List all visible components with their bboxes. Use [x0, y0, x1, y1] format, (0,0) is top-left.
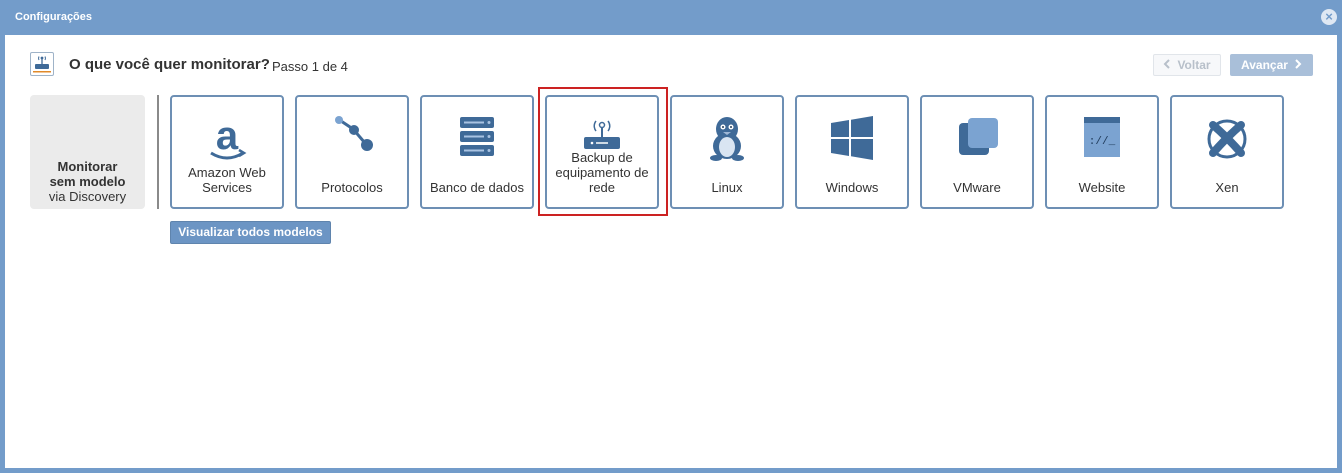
tile-label: Backup de equipamento de rede — [555, 150, 649, 195]
back-button[interactable]: Voltar — [1153, 54, 1221, 76]
no-model-line3: via Discovery — [48, 189, 127, 204]
linux-icon — [699, 115, 755, 163]
windows-icon — [824, 115, 880, 163]
no-model-line2: sem modelo — [49, 174, 126, 189]
amazon-icon: a — [199, 114, 255, 163]
tile-label: Windows — [825, 180, 879, 195]
tile-label: Protocolos — [321, 180, 383, 195]
tile-label: Linux — [711, 180, 743, 195]
tile-website[interactable]: ://_ Website — [1045, 95, 1159, 209]
tile-label: Xen — [1215, 180, 1239, 195]
tile-amazon-web-services[interactable]: a Amazon Web Services — [170, 95, 284, 209]
tile-protocolos[interactable]: Protocolos — [295, 95, 409, 209]
tile-banco-de-dados[interactable]: Banco de dados — [420, 95, 534, 209]
svg-text:://_: ://_ — [1089, 136, 1116, 148]
back-button-label: Voltar — [1177, 58, 1211, 72]
dialog-title: Configurações — [15, 11, 93, 23]
website-icon: ://_ — [1074, 115, 1130, 163]
database-icon — [449, 115, 505, 163]
title-bar: Configurações × — [5, 0, 1342, 35]
close-icon[interactable]: × — [1321, 9, 1337, 25]
tile-label: Amazon Web Services — [188, 165, 266, 195]
router-small-icon — [30, 52, 54, 76]
config-dialog: Configurações × O que você quer monitora… — [0, 0, 1342, 473]
tile-vmware[interactable]: VMware — [920, 95, 1034, 209]
page-question: O que você quer monitorar? — [69, 56, 270, 73]
tile-backup-equipamento-rede[interactable]: Backup de equipamento de rede — [545, 95, 659, 209]
tile-xen[interactable]: Xen — [1170, 95, 1284, 209]
step-indicator: Passo 1 de 4 — [272, 59, 348, 74]
next-button[interactable]: Avançar — [1230, 54, 1313, 76]
tile-label: VMware — [953, 180, 1001, 195]
tile-label: Website — [1078, 180, 1126, 195]
monitor-without-model-option[interactable]: Monitorar sem modelo via Discovery — [30, 95, 145, 209]
tile-windows[interactable]: Windows — [795, 95, 909, 209]
divider — [157, 95, 159, 209]
tile-label: Banco de dados — [430, 180, 524, 195]
vmware-icon — [949, 115, 1005, 163]
xen-icon — [1199, 115, 1255, 163]
no-model-line1: Monitorar — [57, 159, 118, 174]
view-all-models-button[interactable]: Visualizar todos modelos — [170, 221, 331, 244]
protocols-icon — [324, 115, 380, 163]
next-button-label: Avançar — [1241, 58, 1288, 72]
tile-linux[interactable]: Linux — [670, 95, 784, 209]
svg-text:a: a — [216, 115, 239, 158]
chevron-left-icon — [1163, 58, 1171, 72]
chevron-right-icon — [1294, 58, 1302, 72]
